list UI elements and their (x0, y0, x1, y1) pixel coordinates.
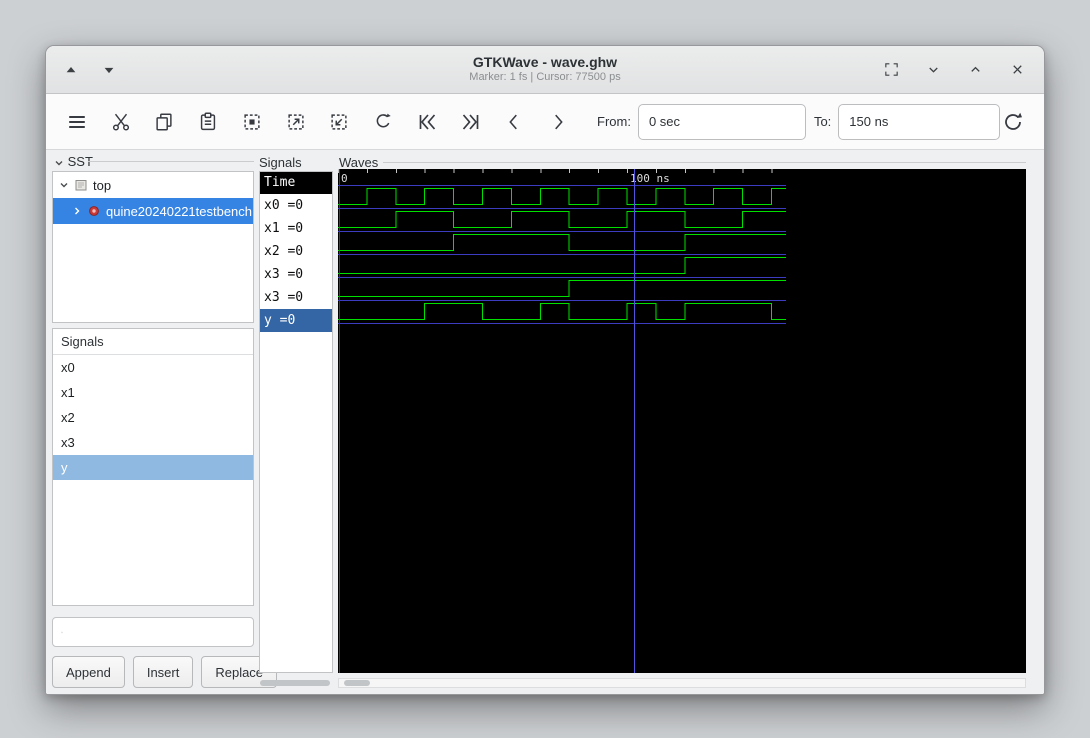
window-title-block: GTKWave - wave.ghw Marker: 1 fs | Cursor… (469, 54, 620, 85)
nav-up-icon (66, 66, 76, 72)
append-button[interactable]: Append (52, 656, 125, 688)
undo-button[interactable] (370, 109, 396, 135)
step-left-icon (509, 114, 518, 129)
insert-button[interactable]: Insert (132, 656, 194, 688)
titlebar-right-controls (880, 46, 1028, 93)
main-content: SST top quine20240221testbench Signals x… (46, 150, 1044, 694)
to-end-button[interactable] (458, 109, 484, 135)
step-right-button[interactable] (545, 109, 571, 135)
fullscreen-button[interactable] (880, 59, 902, 81)
toolbar: From: To: (46, 94, 1044, 150)
to-label: To: (813, 114, 832, 129)
tree-node-top[interactable]: top (53, 172, 253, 198)
sst-frame-line (88, 161, 254, 162)
menu-button[interactable] (64, 109, 90, 135)
undo-icon (376, 113, 391, 127)
minimize-icon (928, 67, 938, 73)
h-scrollbar-names[interactable] (260, 679, 332, 687)
nav-down-icon (104, 67, 114, 73)
marker-cursor-status: Marker: 1 fs | Cursor: 77500 ps (469, 71, 621, 84)
nav-up-button[interactable] (60, 59, 82, 81)
zoom-in-button[interactable] (283, 109, 309, 135)
titlebar-left-controls (60, 46, 120, 93)
to-input[interactable] (838, 103, 1001, 140)
wave-signal-row[interactable]: x3 =0 (260, 286, 332, 309)
to-end-icon (462, 113, 478, 130)
waves-panel-label: Waves (339, 155, 379, 170)
signal-list-item[interactable]: x2 (53, 405, 253, 430)
signal-actions: Append Insert Replace (52, 656, 278, 688)
to-start-button[interactable] (414, 109, 440, 135)
paste-icon (200, 112, 216, 130)
scrollbar-thumb[interactable] (344, 680, 370, 686)
tree-node-testbench[interactable]: quine20240221testbench (53, 198, 253, 224)
close-button[interactable] (1006, 59, 1028, 81)
zoom-out-button[interactable] (327, 109, 353, 135)
wave-canvas-svg: 0 100 ns (338, 169, 786, 673)
step-right-icon (555, 114, 563, 129)
expander-right-icon[interactable] (72, 206, 82, 216)
signals-panel-label: Signals (259, 155, 302, 170)
copy-icon (156, 112, 172, 131)
signal-list-item[interactable]: y (53, 455, 253, 480)
svg-text:0: 0 (341, 172, 348, 185)
paste-button[interactable] (195, 109, 221, 135)
signal-list-item[interactable]: x0 (53, 355, 253, 380)
signal-search[interactable] (52, 617, 254, 647)
scope-icon (75, 180, 87, 191)
search-input[interactable] (69, 624, 245, 640)
maximize-button[interactable] (964, 59, 986, 81)
chevron-down-icon[interactable] (54, 158, 64, 168)
wave-signal-row[interactable]: x2 =0 (260, 240, 332, 263)
h-scrollbar-waves[interactable] (338, 678, 1026, 688)
window-title: GTKWave - wave.ghw (472, 53, 618, 70)
nav-down-button[interactable] (98, 59, 120, 81)
close-icon (1012, 65, 1022, 74)
scrollbar-thumb[interactable] (260, 680, 330, 686)
waves-frame-line (383, 162, 1026, 163)
expander-down-icon[interactable] (59, 180, 69, 190)
from-input[interactable] (637, 103, 806, 140)
tree-node-label: quine20240221testbench (106, 203, 253, 219)
svg-text:100 ns: 100 ns (630, 172, 670, 185)
signal-list: x0 x1 x2 x3 y (53, 355, 253, 480)
wave-signal-row[interactable]: x3 =0 (260, 263, 332, 286)
signal-list-item[interactable]: x1 (53, 380, 253, 405)
wave-name-list: x0 =0 x1 =0 x2 =0 x3 =0 x3 =0 y =0 (260, 194, 332, 332)
sst-signals-header: Signals (53, 329, 253, 355)
tree-node-label: top (93, 177, 112, 193)
fullscreen-icon (884, 63, 898, 76)
zoom-fit-icon (244, 113, 260, 130)
wave-signal-row[interactable]: x0 =0 (260, 194, 332, 217)
gtkwave-window: GTKWave - wave.ghw Marker: 1 fs | Cursor… (45, 45, 1045, 695)
zoom-in-icon (288, 113, 304, 130)
wave-signal-row[interactable]: x1 =0 (260, 217, 332, 240)
cut-button[interactable] (108, 109, 134, 135)
to-start-icon (419, 113, 436, 130)
wave-signal-row[interactable]: y =0 (260, 309, 332, 332)
sst-signals-panel: Signals x0 x1 x2 x3 y (52, 328, 254, 606)
maximize-icon (970, 66, 980, 72)
zoom-fit-button[interactable] (239, 109, 265, 135)
wave-canvas[interactable]: 0 100 ns (338, 169, 1026, 673)
time-header: Time (260, 172, 332, 194)
reload-button[interactable] (1000, 109, 1026, 135)
entity-icon (89, 206, 99, 216)
sst-tree: top quine20240221testbench (52, 171, 254, 323)
reload-icon (1005, 112, 1023, 130)
menu-icon (69, 115, 85, 128)
copy-button[interactable] (152, 109, 178, 135)
signal-list-item[interactable]: x3 (53, 430, 253, 455)
titlebar[interactable]: GTKWave - wave.ghw Marker: 1 fs | Cursor… (46, 46, 1044, 94)
minimize-button[interactable] (922, 59, 944, 81)
zoom-out-icon (331, 113, 347, 130)
cut-icon (112, 113, 129, 131)
search-icon (61, 631, 63, 633)
from-label: From: (597, 114, 631, 129)
step-left-button[interactable] (502, 109, 528, 135)
wave-name-panel: Time x0 =0 x1 =0 x2 =0 x3 =0 x3 =0 y =0 (259, 171, 333, 673)
